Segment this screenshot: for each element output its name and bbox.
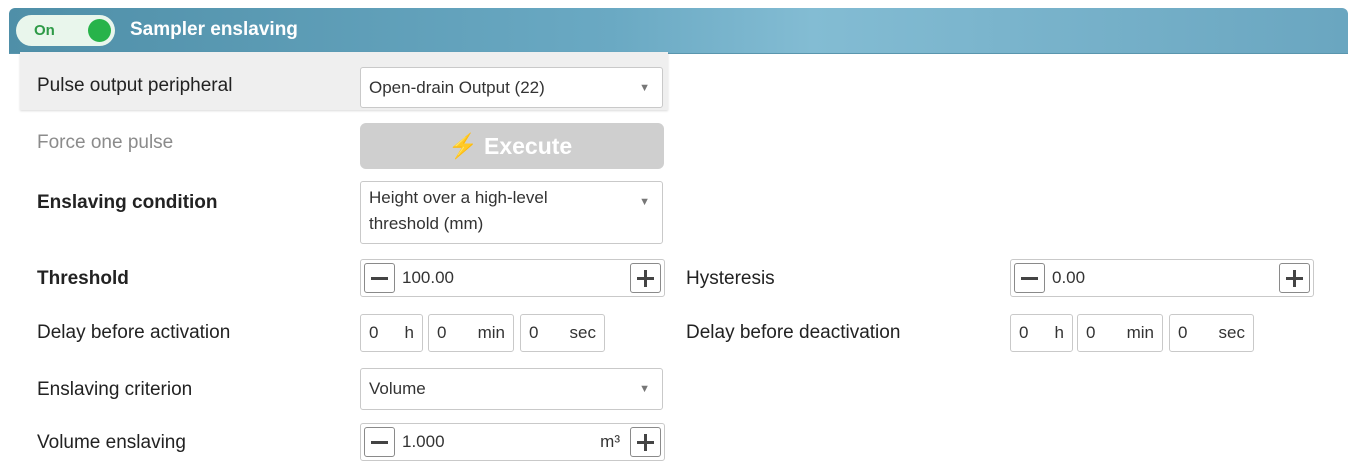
delay-activation-hours[interactable]: 0 h (360, 314, 423, 352)
volume-decrement-button[interactable] (364, 427, 395, 457)
minutes-unit: min (1126, 323, 1154, 342)
lightning-bolt-icon: ⚡ (448, 133, 478, 160)
toggle-label: On (34, 22, 55, 39)
delay-activation-label: Delay before activation (37, 322, 231, 343)
delay-activation-seconds[interactable]: 0 sec (520, 314, 605, 352)
toggle-knob (88, 19, 111, 42)
chevron-down-icon: ▼ (639, 383, 650, 395)
volume-input[interactable]: 1.000 (402, 432, 445, 452)
volume-unit: m³ (600, 432, 620, 451)
enable-toggle[interactable]: On (16, 15, 115, 46)
pulse-output-value: Open-drain Output (22) (369, 78, 545, 97)
panel-header: On Sampler enslaving (9, 8, 1348, 54)
threshold-stepper: 100.00 (360, 259, 665, 297)
enslaving-criterion-label: Enslaving criterion (37, 379, 193, 400)
hours-value: 0 (369, 323, 379, 342)
hours-value: 0 (1019, 323, 1029, 342)
minutes-unit: min (477, 323, 505, 342)
volume-stepper: 1.000 m³ (360, 423, 665, 461)
threshold-input[interactable]: 100.00 (402, 268, 454, 288)
execute-button-label: Execute (484, 133, 573, 159)
hours-unit: h (1054, 323, 1064, 342)
threshold-decrement-button[interactable] (364, 263, 395, 293)
chevron-down-icon: ▼ (639, 82, 650, 94)
enslaving-condition-select[interactable]: Height over a high-level threshold (mm) … (360, 181, 663, 244)
hysteresis-label: Hysteresis (686, 268, 775, 289)
seconds-value: 0 (1178, 323, 1188, 342)
enslaving-criterion-select[interactable]: Volume ▼ (360, 368, 663, 410)
delay-activation-minutes[interactable]: 0 min (428, 314, 514, 352)
delay-deactivation-seconds[interactable]: 0 sec (1169, 314, 1254, 352)
delay-deactivation-minutes[interactable]: 0 min (1077, 314, 1163, 352)
enslaving-condition-label: Enslaving condition (37, 192, 218, 213)
chevron-down-icon: ▼ (639, 196, 650, 208)
hours-unit: h (404, 323, 414, 342)
volume-increment-button[interactable] (630, 427, 661, 457)
threshold-label: Threshold (37, 268, 129, 289)
force-pulse-label: Force one pulse (37, 132, 174, 153)
hysteresis-increment-button[interactable] (1279, 263, 1310, 293)
hysteresis-decrement-button[interactable] (1014, 263, 1045, 293)
delay-deactivation-hours[interactable]: 0 h (1010, 314, 1073, 352)
delay-deactivation-label: Delay before deactivation (686, 322, 901, 343)
threshold-increment-button[interactable] (630, 263, 661, 293)
pulse-output-select[interactable]: Open-drain Output (22) ▼ (360, 67, 663, 108)
volume-enslaving-label: Volume enslaving (37, 432, 186, 453)
execute-button[interactable]: ⚡ Execute (360, 123, 664, 169)
minutes-value: 0 (1086, 323, 1096, 342)
panel-title: Sampler enslaving (130, 19, 298, 40)
pulse-output-label: Pulse output peripheral (37, 75, 233, 96)
seconds-value: 0 (529, 323, 539, 342)
hysteresis-stepper: 0.00 (1010, 259, 1314, 297)
criterion-value: Volume (369, 379, 426, 398)
condition-value-line2: threshold (mm) (369, 214, 484, 233)
minutes-value: 0 (437, 323, 447, 342)
condition-value-line1: Height over a high-level (369, 188, 548, 207)
hysteresis-input[interactable]: 0.00 (1052, 268, 1085, 288)
seconds-unit: sec (1218, 323, 1245, 342)
seconds-unit: sec (569, 323, 596, 342)
